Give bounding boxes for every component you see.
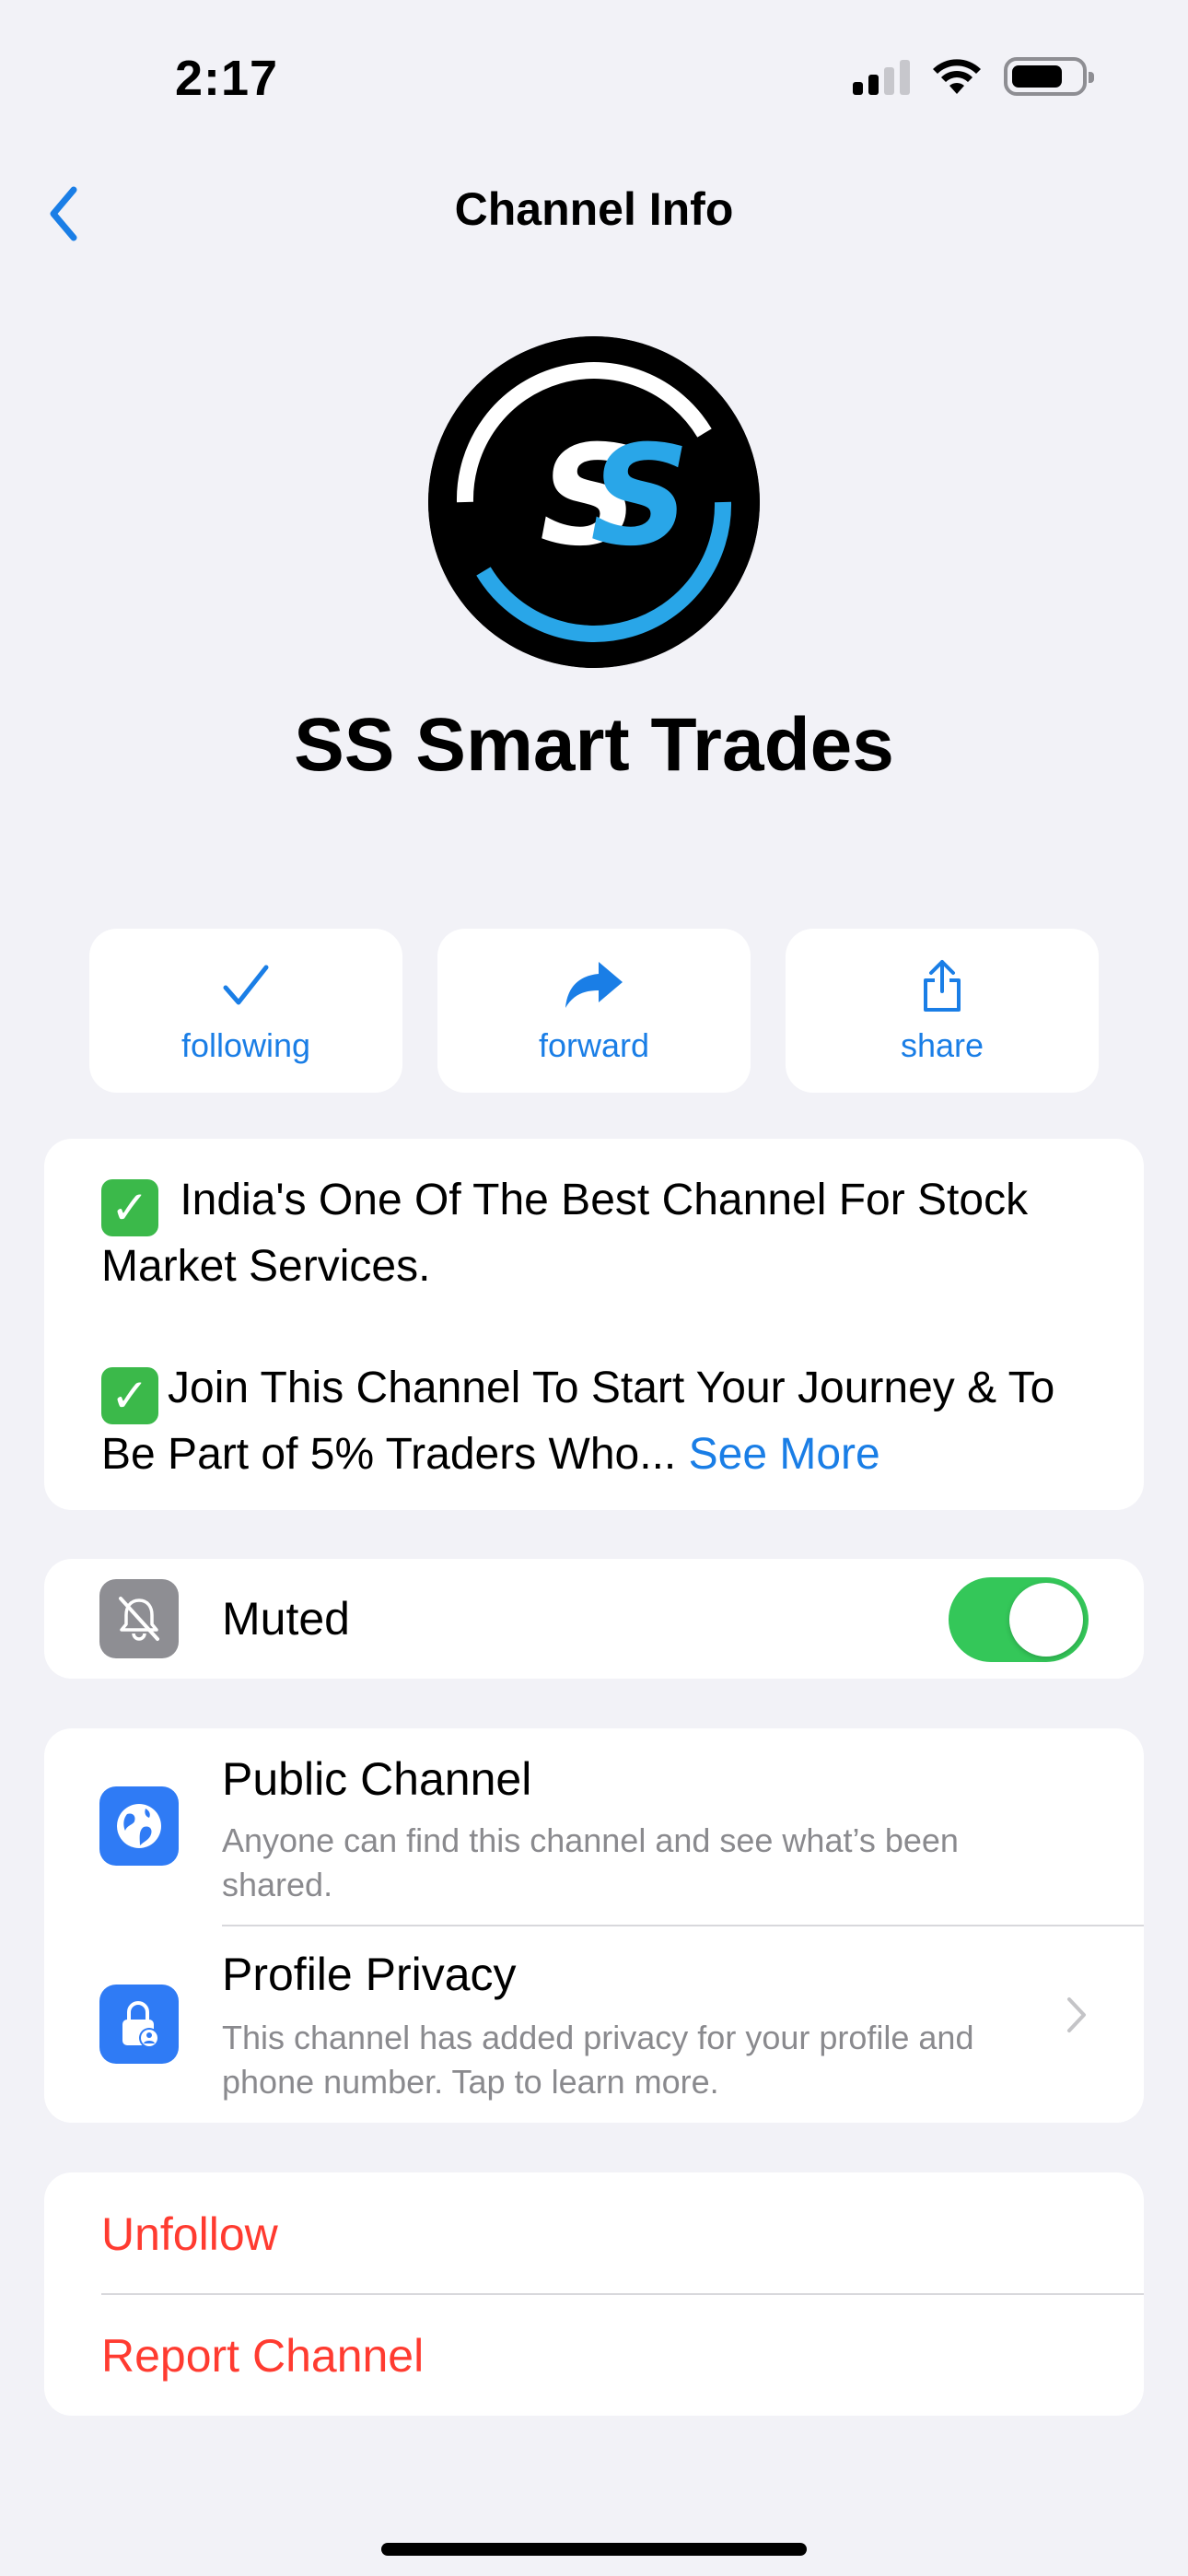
divider [101, 2293, 1144, 2295]
globe-icon [99, 1786, 179, 1866]
home-indicator [381, 2543, 807, 2556]
description-line-1: ✓ India's One Of The Best Channel For St… [101, 1176, 1029, 1291]
share-label: share [900, 1026, 984, 1064]
wifi-icon [933, 59, 981, 94]
status-time: 2:17 [175, 51, 279, 106]
see-more-link[interactable]: See More [689, 1430, 880, 1479]
share-icon [924, 960, 961, 1012]
mute-toggle[interactable] [949, 1577, 1089, 1662]
checkmark-icon [223, 965, 269, 1005]
svg-text:S: S [590, 416, 690, 577]
cellular-signal-icon [853, 58, 910, 95]
channel-avatar[interactable]: S S [428, 336, 760, 668]
battery-icon [1004, 57, 1094, 96]
action-buttons: following forward share [89, 929, 1099, 1093]
forward-label: forward [538, 1026, 650, 1064]
public-channel-subtitle: Anyone can find this channel and see wha… [222, 1821, 959, 1903]
status-icons [853, 57, 1094, 96]
following-button[interactable]: following [89, 929, 402, 1093]
green-checkbox-icon: ✓ [101, 1179, 158, 1236]
bell-slash-icon [99, 1579, 179, 1658]
mute-row: Muted [44, 1559, 1144, 1679]
divider [222, 1925, 1144, 1926]
page-title: Channel Info [454, 183, 734, 235]
report-channel-button[interactable]: Report Channel [101, 2329, 424, 2383]
danger-actions: Unfollow Report Channel [44, 2172, 1144, 2416]
lock-person-icon [99, 1985, 179, 2064]
public-channel-title: Public Channel [222, 1753, 532, 1805]
profile-privacy-title[interactable]: Profile Privacy [222, 1948, 517, 2001]
share-button[interactable]: share [786, 929, 1099, 1093]
status-bar: 2:17 [0, 0, 1188, 157]
forward-arrow-icon [565, 962, 623, 1008]
profile-privacy-subtitle: This channel has added privacy for your … [222, 2019, 974, 2101]
chevron-right-icon[interactable] [1065, 1996, 1089, 2039]
privacy-section: Public Channel Anyone can find this chan… [44, 1728, 1144, 2123]
channel-logo: S S [428, 336, 760, 668]
green-checkbox-icon: ✓ [101, 1367, 158, 1424]
channel-name: SS Smart Trades [294, 703, 894, 787]
following-label: following [181, 1026, 311, 1064]
toggle-knob [1009, 1583, 1083, 1657]
description-line-2: ✓ Join This Channel To Start Your Journey… [101, 1364, 1055, 1479]
mute-label: Muted [222, 1593, 350, 1645]
nav-bar: Channel Info [0, 166, 1188, 258]
forward-button[interactable]: forward [437, 929, 751, 1093]
unfollow-button[interactable]: Unfollow [101, 2207, 278, 2261]
channel-description[interactable]: ✓ India's One Of The Best Channel For St… [44, 1139, 1144, 1510]
